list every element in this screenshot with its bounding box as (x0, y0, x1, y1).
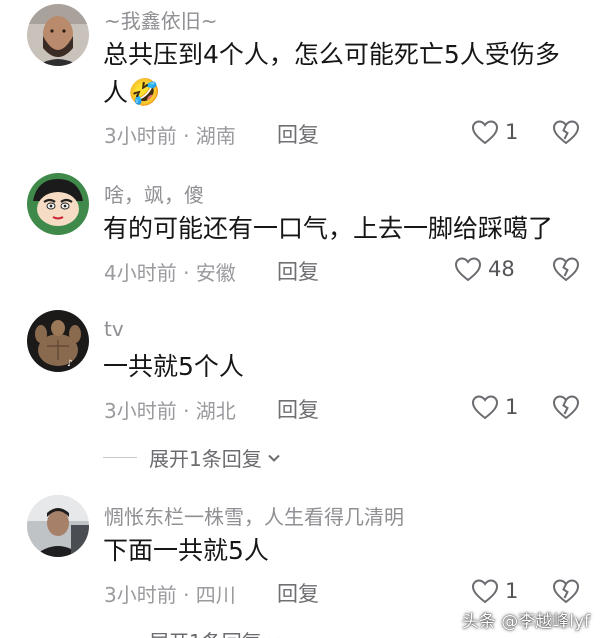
username[interactable]: tv (104, 317, 124, 341)
avatar-bearded-man-icon (27, 4, 89, 66)
avatar-man-in-car-icon (27, 495, 89, 557)
comment-list: ~我鑫依旧~ 总共压到4个人，怎么可能死亡5人受伤多人🤣 3小时前 · 湖南 回… (0, 0, 600, 638)
rofl-emoji: 🤣 (128, 78, 161, 108)
like-count: 48 (488, 257, 515, 281)
reply-button[interactable]: 回复 (277, 578, 319, 608)
expand-replies-label: 展开1条回复 (149, 626, 262, 638)
watermark: 头条 @李越峰lyf (461, 612, 590, 632)
expand-divider (103, 457, 137, 458)
like-count: 1 (505, 395, 519, 419)
heart-icon (471, 579, 499, 604)
svg-text:♪: ♪ (67, 359, 73, 369)
username[interactable]: 惆怅东栏一株雪，人生看得几清明 (104, 501, 404, 530)
like-button[interactable]: 1 (470, 576, 518, 606)
dislike-button[interactable] (551, 117, 581, 147)
avatar[interactable]: ♪ (27, 310, 89, 372)
comment-meta: 3小时前 · 湖南 (104, 124, 236, 148)
dislike-button[interactable] (551, 576, 581, 606)
broken-heart-icon (552, 120, 580, 145)
comment-text: 有的可能还有一口气，上去一脚给踩噶了 (103, 214, 554, 243)
like-button[interactable]: 1 (470, 392, 518, 422)
avatar-cartoon-boy-icon (27, 173, 89, 235)
reply-button[interactable]: 回复 (277, 119, 319, 149)
comment-text: 总共压到4个人，怎么可能死亡5人受伤多人🤣 (103, 36, 573, 112)
chevron-down-icon (268, 637, 279, 638)
broken-heart-icon (552, 395, 580, 420)
chevron-down-icon (268, 454, 280, 462)
broken-heart-icon (552, 257, 580, 282)
avatar[interactable] (27, 495, 89, 557)
username[interactable]: 啥，飒，傻 (104, 179, 204, 208)
heart-icon (471, 395, 499, 420)
reply-button[interactable]: 回复 (277, 256, 319, 286)
heart-icon (454, 257, 482, 282)
comment-text-body: 总共压到4个人，怎么可能死亡5人受伤多人 (103, 40, 560, 107)
like-button[interactable]: 1 (470, 117, 518, 147)
reply-button[interactable]: 回复 (277, 394, 319, 424)
expand-replies-button[interactable]: 展开1条回复 (103, 443, 282, 472)
like-count: 1 (505, 579, 519, 603)
comment-text: 一共就5个人 (103, 352, 244, 381)
comment-meta: 4小时前 · 安徽 (104, 261, 236, 285)
avatar[interactable] (27, 4, 89, 66)
comment-meta: 3小时前 · 四川 (104, 583, 236, 607)
dislike-button[interactable] (551, 254, 581, 284)
comment-meta: 3小时前 · 湖北 (104, 399, 236, 423)
avatar[interactable] (27, 173, 89, 235)
like-count: 1 (505, 120, 519, 144)
comment-text: 下面一共就5人 (103, 536, 269, 565)
heart-icon (471, 120, 499, 145)
expand-replies-button[interactable]: 展开1条回复 (103, 626, 282, 638)
username[interactable]: ~我鑫依旧~ (104, 5, 218, 34)
avatar-muscle-man-icon: ♪ (27, 310, 89, 372)
broken-heart-icon (552, 579, 580, 604)
dislike-button[interactable] (551, 392, 581, 422)
like-button[interactable]: 48 (453, 254, 515, 284)
expand-replies-label: 展开1条回复 (149, 447, 262, 471)
